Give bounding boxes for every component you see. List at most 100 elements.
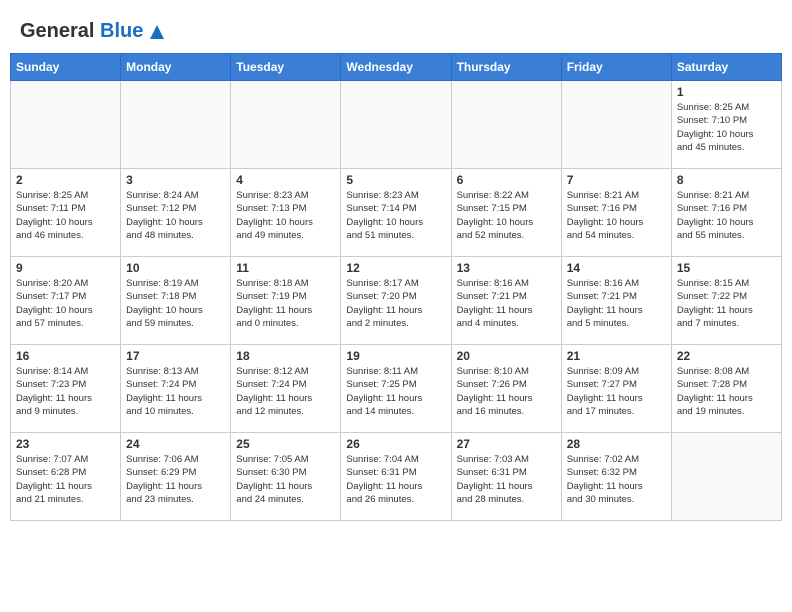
day-number: 21 [567, 349, 666, 363]
day-info: Sunrise: 8:24 AM Sunset: 7:12 PM Dayligh… [126, 189, 225, 242]
day-info: Sunrise: 8:13 AM Sunset: 7:24 PM Dayligh… [126, 365, 225, 418]
day-info: Sunrise: 8:23 AM Sunset: 7:14 PM Dayligh… [346, 189, 445, 242]
day-number: 15 [677, 261, 776, 275]
day-number: 19 [346, 349, 445, 363]
calendar-cell: 25Sunrise: 7:05 AM Sunset: 6:30 PM Dayli… [231, 433, 341, 521]
calendar-cell: 15 Sunrise: 8:15 AM Sunset: 7:22 PM Dayli… [671, 257, 781, 345]
calendar-cell [671, 433, 781, 521]
calendar-cell: 18 Sunrise: 8:12 AM Sunset: 7:24 PM Dayli… [231, 345, 341, 433]
day-number: 1 [677, 85, 776, 99]
calendar-cell: 26 Sunrise: 7:04 AM Sunset: 6:31 PM Dayli… [341, 433, 451, 521]
calendar-header-row: SundayMondayTuesdayWednesdayThursdayFrid… [11, 54, 782, 81]
day-number: 18 [236, 349, 335, 363]
calendar-cell: 12 Sunrise: 8:17 AM Sunset: 7:20 PM Dayli… [341, 257, 451, 345]
calendar-cell: 14 Sunrise: 8:16 AM Sunset: 7:21 PM Dayli… [561, 257, 671, 345]
day-number: 12 [346, 261, 445, 275]
page-header: General Blue [10, 10, 782, 48]
day-number: 14 [567, 261, 666, 275]
calendar-cell: 22 Sunrise: 8:08 AM Sunset: 7:28 PM Dayli… [671, 345, 781, 433]
day-info: Sunrise: 8:23 AM Sunset: 7:13 PM Dayligh… [236, 189, 335, 242]
calendar-week-row: 16Sunrise: 8:14 AM Sunset: 7:23 PM Dayli… [11, 345, 782, 433]
logo-icon [146, 21, 168, 43]
calendar-cell: 21 Sunrise: 8:09 AM Sunset: 7:27 PM Dayli… [561, 345, 671, 433]
calendar-cell: 17 Sunrise: 8:13 AM Sunset: 7:24 PM Dayli… [121, 345, 231, 433]
day-info: Sunrise: 8:25 AM Sunset: 7:11 PM Dayligh… [16, 189, 115, 242]
calendar-cell [341, 81, 451, 169]
calendar-cell: 27 Sunrise: 7:03 AM Sunset: 6:31 PM Dayli… [451, 433, 561, 521]
calendar-cell: 19 Sunrise: 8:11 AM Sunset: 7:25 PM Dayli… [341, 345, 451, 433]
day-info: Sunrise: 8:09 AM Sunset: 7:27 PM Dayligh… [567, 365, 666, 418]
day-info: Sunrise: 8:16 AM Sunset: 7:21 PM Dayligh… [567, 277, 666, 330]
day-info: Sunrise: 8:15 AM Sunset: 7:22 PM Dayligh… [677, 277, 776, 330]
day-number: 5 [346, 173, 445, 187]
calendar-header-friday: Friday [561, 54, 671, 81]
day-info: Sunrise: 8:10 AM Sunset: 7:26 PM Dayligh… [457, 365, 556, 418]
calendar-cell: 1 Sunrise: 8:25 AM Sunset: 7:10 PM Daylig… [671, 81, 781, 169]
calendar-cell [561, 81, 671, 169]
calendar-cell [451, 81, 561, 169]
logo-text: General Blue [20, 20, 143, 43]
calendar-cell: 13 Sunrise: 8:16 AM Sunset: 7:21 PM Dayli… [451, 257, 561, 345]
calendar-cell [11, 81, 121, 169]
calendar-cell: 6 Sunrise: 8:22 AM Sunset: 7:15 PM Daylig… [451, 169, 561, 257]
calendar-cell: 20 Sunrise: 8:10 AM Sunset: 7:26 PM Dayli… [451, 345, 561, 433]
calendar-cell: 7 Sunrise: 8:21 AM Sunset: 7:16 PM Daylig… [561, 169, 671, 257]
day-number: 28 [567, 437, 666, 451]
day-info: Sunrise: 8:16 AM Sunset: 7:21 PM Dayligh… [457, 277, 556, 330]
day-info: Sunrise: 8:22 AM Sunset: 7:15 PM Dayligh… [457, 189, 556, 242]
day-number: 6 [457, 173, 556, 187]
calendar-cell: 16Sunrise: 8:14 AM Sunset: 7:23 PM Dayli… [11, 345, 121, 433]
day-number: 26 [346, 437, 445, 451]
calendar-cell: 4 Sunrise: 8:23 AM Sunset: 7:13 PM Daylig… [231, 169, 341, 257]
day-number: 24 [126, 437, 225, 451]
day-info: Sunrise: 8:21 AM Sunset: 7:16 PM Dayligh… [677, 189, 776, 242]
calendar-cell: 28 Sunrise: 7:02 AM Sunset: 6:32 PM Dayli… [561, 433, 671, 521]
calendar-cell: 8 Sunrise: 8:21 AM Sunset: 7:16 PM Daylig… [671, 169, 781, 257]
day-number: 7 [567, 173, 666, 187]
calendar-header-monday: Monday [121, 54, 231, 81]
day-info: Sunrise: 8:20 AM Sunset: 7:17 PM Dayligh… [16, 277, 115, 330]
day-number: 8 [677, 173, 776, 187]
calendar-table: SundayMondayTuesdayWednesdayThursdayFrid… [10, 53, 782, 521]
day-number: 22 [677, 349, 776, 363]
day-number: 27 [457, 437, 556, 451]
day-number: 23 [16, 437, 115, 451]
day-info: Sunrise: 7:06 AM Sunset: 6:29 PM Dayligh… [126, 453, 225, 506]
calendar-header-sunday: Sunday [11, 54, 121, 81]
calendar-week-row: 1 Sunrise: 8:25 AM Sunset: 7:10 PM Daylig… [11, 81, 782, 169]
calendar-week-row: 2 Sunrise: 8:25 AM Sunset: 7:11 PM Daylig… [11, 169, 782, 257]
calendar-cell: 2 Sunrise: 8:25 AM Sunset: 7:11 PM Daylig… [11, 169, 121, 257]
day-number: 4 [236, 173, 335, 187]
day-info: Sunrise: 8:12 AM Sunset: 7:24 PM Dayligh… [236, 365, 335, 418]
calendar-cell [231, 81, 341, 169]
day-number: 13 [457, 261, 556, 275]
day-info: Sunrise: 8:21 AM Sunset: 7:16 PM Dayligh… [567, 189, 666, 242]
calendar-cell: 23 Sunrise: 7:07 AM Sunset: 6:28 PM Dayli… [11, 433, 121, 521]
day-number: 17 [126, 349, 225, 363]
day-number: 3 [126, 173, 225, 187]
calendar-cell: 10Sunrise: 8:19 AM Sunset: 7:18 PM Dayli… [121, 257, 231, 345]
day-number: 20 [457, 349, 556, 363]
calendar-cell: 9 Sunrise: 8:20 AM Sunset: 7:17 PM Daylig… [11, 257, 121, 345]
day-info: Sunrise: 8:17 AM Sunset: 7:20 PM Dayligh… [346, 277, 445, 330]
day-info: Sunrise: 7:02 AM Sunset: 6:32 PM Dayligh… [567, 453, 666, 506]
day-info: Sunrise: 8:25 AM Sunset: 7:10 PM Dayligh… [677, 101, 776, 154]
day-info: Sunrise: 8:18 AM Sunset: 7:19 PM Dayligh… [236, 277, 335, 330]
calendar-header-tuesday: Tuesday [231, 54, 341, 81]
calendar-header-saturday: Saturday [671, 54, 781, 81]
day-number: 10 [126, 261, 225, 275]
day-info: Sunrise: 7:05 AM Sunset: 6:30 PM Dayligh… [236, 453, 335, 506]
calendar-cell: 5 Sunrise: 8:23 AM Sunset: 7:14 PM Daylig… [341, 169, 451, 257]
day-info: Sunrise: 8:08 AM Sunset: 7:28 PM Dayligh… [677, 365, 776, 418]
calendar-cell: 11Sunrise: 8:18 AM Sunset: 7:19 PM Dayli… [231, 257, 341, 345]
calendar-week-row: 9 Sunrise: 8:20 AM Sunset: 7:17 PM Daylig… [11, 257, 782, 345]
calendar-cell [121, 81, 231, 169]
day-info: Sunrise: 7:03 AM Sunset: 6:31 PM Dayligh… [457, 453, 556, 506]
day-info: Sunrise: 8:11 AM Sunset: 7:25 PM Dayligh… [346, 365, 445, 418]
day-info: Sunrise: 7:07 AM Sunset: 6:28 PM Dayligh… [16, 453, 115, 506]
calendar-cell: 24 Sunrise: 7:06 AM Sunset: 6:29 PM Dayli… [121, 433, 231, 521]
day-number: 2 [16, 173, 115, 187]
day-info: Sunrise: 7:04 AM Sunset: 6:31 PM Dayligh… [346, 453, 445, 506]
day-number: 9 [16, 261, 115, 275]
calendar-header-thursday: Thursday [451, 54, 561, 81]
